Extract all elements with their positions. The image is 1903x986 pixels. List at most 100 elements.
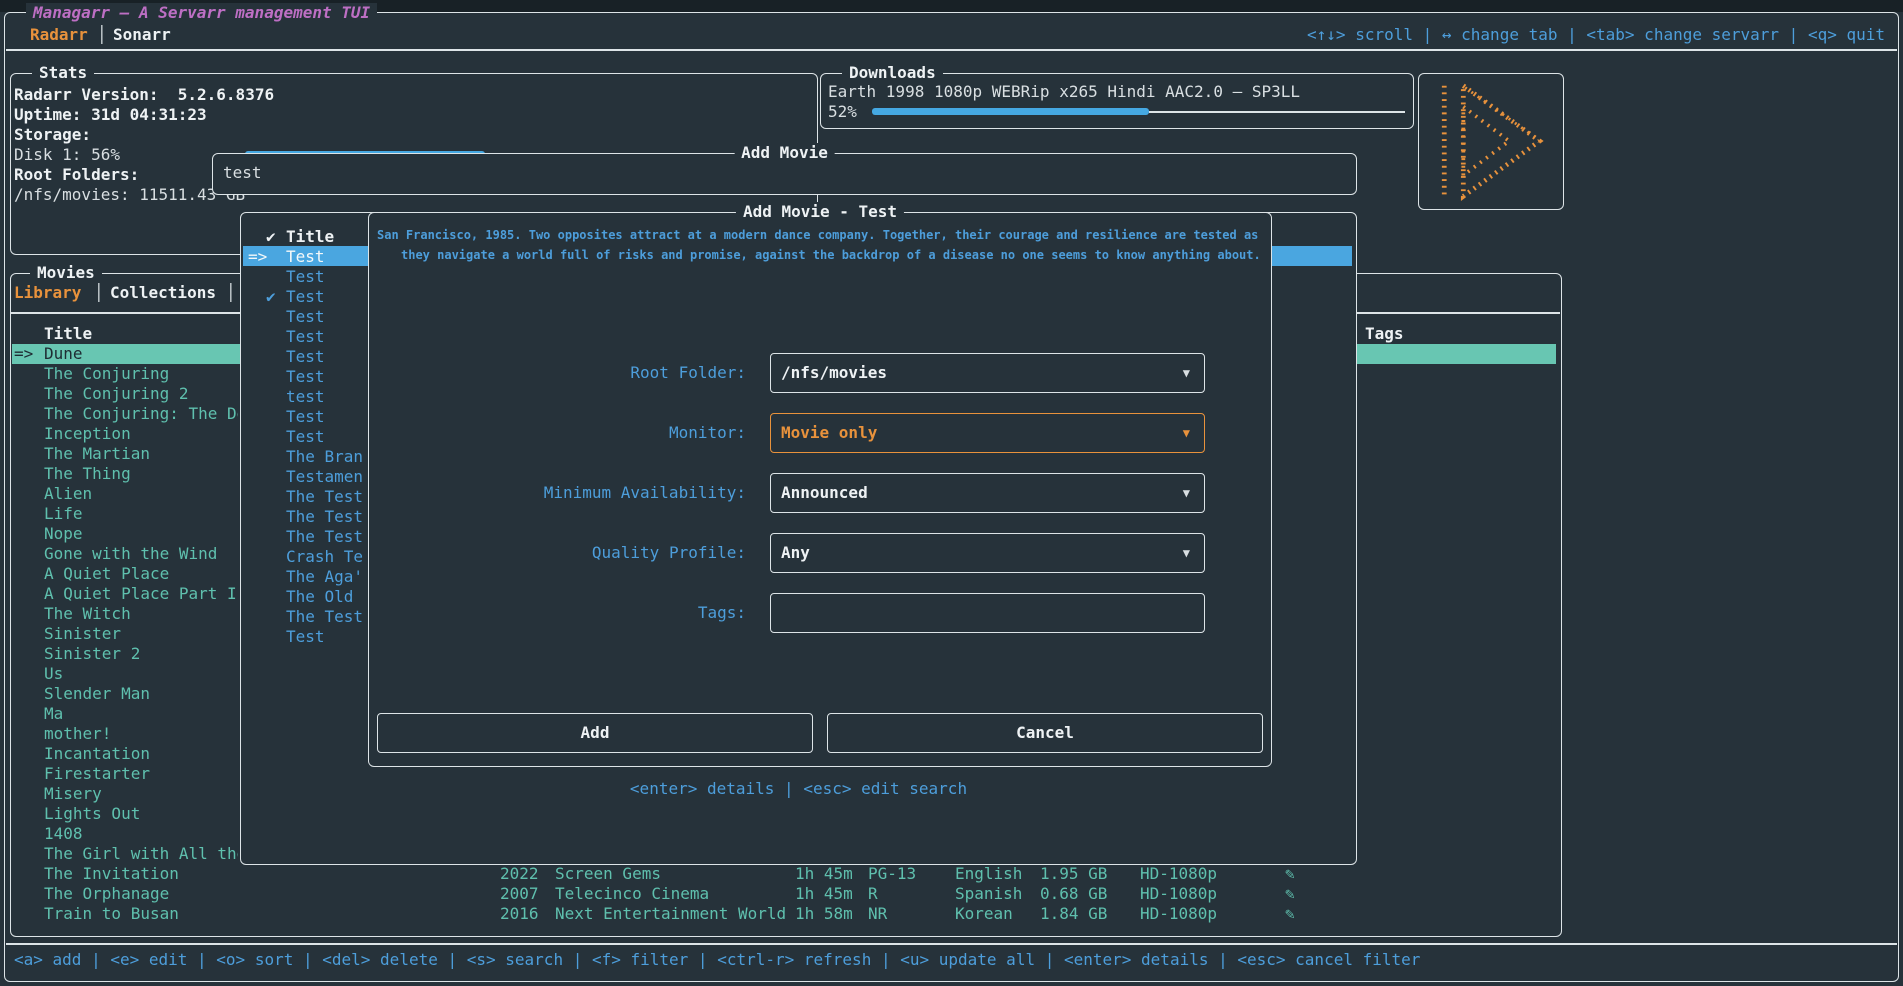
library-row-title: Lights Out [44, 804, 238, 824]
result-row-title: Test [286, 247, 325, 267]
download-percent-label: 52% [828, 102, 857, 122]
library-row-title: The Conjuring [44, 364, 238, 384]
field-value: Any [781, 543, 810, 563]
library-row-title: 1408 [44, 824, 238, 844]
dropdown-minimum-availability-[interactable]: Announced ▼ [770, 473, 1205, 513]
library-row-year: 2016 [500, 904, 539, 924]
library-row-edit-icon[interactable]: ✎ [1285, 864, 1295, 884]
result-row-title: Test [286, 287, 325, 307]
library-row-language: Korean [955, 904, 1013, 924]
library-row-title: The Orphanage [44, 884, 238, 904]
library-row-edit-icon[interactable]: ✎ [1285, 904, 1295, 924]
library-column-title: Title [44, 324, 92, 344]
library-row-language: English [955, 864, 1022, 884]
movies-panel-title: Movies [30, 263, 102, 283]
library-row-studio: Next Entertainment World [555, 904, 786, 924]
result-row-title: Test [286, 267, 325, 287]
tab-radarr[interactable]: Radarr [30, 25, 88, 45]
field-value: Announced [781, 483, 868, 503]
library-column-tags: Tags [1365, 324, 1404, 344]
cancel-button[interactable]: Cancel [827, 713, 1263, 753]
result-row-title: Test [286, 627, 325, 647]
add-movie-search-title: Add Movie [734, 143, 835, 163]
library-row-language: Spanish [955, 884, 1022, 904]
movie-description-line2: they navigate a world full of risks and … [401, 245, 1265, 265]
result-row-title: Test [286, 327, 325, 347]
library-row-title: A Quiet Place Part II [44, 584, 238, 604]
dropdown-quality-profile-[interactable]: Any▼ [770, 533, 1205, 573]
library-row[interactable]: The Invitation2022Screen Gems1h 45mPG-13… [0, 864, 1560, 884]
result-row-title: Testamen [286, 467, 363, 487]
chevron-down-icon: ▼ [1183, 363, 1190, 383]
tabbar-divider [6, 49, 1897, 51]
field-value: /nfs/movies [781, 363, 887, 383]
library-row-quality: HD-1080p [1140, 884, 1217, 904]
library-row-edit-icon[interactable]: ✎ [1285, 884, 1295, 904]
library-row-rating: PG-13 [868, 864, 916, 884]
managarr-terminal: Managarr – A Servarr management TUI Rada… [0, 0, 1903, 986]
stats-disk-label: Disk 1: 56% [14, 145, 120, 165]
tab-sonarr[interactable]: Sonarr [113, 25, 171, 45]
library-row[interactable]: Train to Busan2016Next Entertainment Wor… [0, 904, 1560, 924]
result-row-title: Test [286, 427, 325, 447]
library-row-title: The Invitation [44, 864, 238, 884]
result-row-title: The Test [286, 487, 363, 507]
library-row-title: A Quiet Place [44, 564, 238, 584]
result-row-title: The Bran [286, 447, 363, 467]
result-row-title: The Old [286, 587, 353, 607]
library-row-size: 1.95 GB [1040, 864, 1107, 884]
tags-input[interactable] [770, 593, 1205, 633]
movie-description-line1: San Francisco, 1985. Two opposites attra… [377, 225, 1265, 245]
library-row-runtime: 1h 58m [795, 904, 853, 924]
add-movie-search-input[interactable]: test [223, 163, 262, 183]
library-row-title: Inception [44, 424, 238, 444]
result-row-title: test [286, 387, 325, 407]
dropdown-root-folder-[interactable]: /nfs/movies ▼ [770, 353, 1205, 393]
result-row-title: The Test [286, 507, 363, 527]
library-row-quality: HD-1080p [1140, 904, 1217, 924]
library-row-title: Misery [44, 784, 238, 804]
download-progress-track [1149, 111, 1405, 113]
stats-storage-label: Storage: [14, 125, 91, 145]
result-row-title: Crash Te [286, 547, 363, 567]
bottom-bar-divider [6, 943, 1897, 945]
library-tab-separator-1: │ [94, 283, 104, 303]
library-row[interactable]: The Orphanage2007Telecinco Cinema1h 45mR… [0, 884, 1560, 904]
library-row-title: Us [44, 664, 238, 684]
add-button[interactable]: Add [377, 713, 813, 753]
library-row-year: 2022 [500, 864, 539, 884]
stats-rootfolders-label: Root Folders: [14, 165, 139, 185]
library-row-title: The Conjuring: The De [44, 404, 238, 424]
app-title: Managarr – A Servarr management TUI [26, 3, 377, 22]
library-row-studio: Telecinco Cinema [555, 884, 709, 904]
result-row-title: The Aga' [286, 567, 363, 587]
stats-panel-title: Stats [32, 63, 94, 83]
library-row-title: The Witch [44, 604, 238, 624]
result-row-title: Test [286, 367, 325, 387]
library-row-year: 2007 [500, 884, 539, 904]
field-label-minimum-availability-: Minimum Availability: [369, 483, 746, 503]
stats-version: Radarr Version: 5.2.6.8376 [14, 85, 274, 105]
add-movie-modal-title: Add Movie - Test [736, 202, 904, 222]
library-row-title: Gone with the Wind [44, 544, 238, 564]
library-row-title: mother! [44, 724, 238, 744]
tab-collections[interactable]: Collections [110, 283, 216, 303]
result-row-title: Test [286, 407, 325, 427]
library-row-rating: NR [868, 904, 887, 924]
tab-library[interactable]: Library [14, 283, 81, 303]
results-title-header: Title [286, 227, 334, 247]
library-row-quality: HD-1080p [1140, 864, 1217, 884]
library-row-title: The Conjuring 2 [44, 384, 238, 404]
chevron-down-icon: ▼ [1183, 483, 1190, 503]
dropdown-monitor-[interactable]: Movie only▼ [770, 413, 1205, 453]
library-row-runtime: 1h 45m [795, 884, 853, 904]
field-label-monitor-: Monitor: [369, 423, 746, 443]
library-row-title: Alien [44, 484, 238, 504]
library-row-size: 1.84 GB [1040, 904, 1107, 924]
add-movie-search-box[interactable]: Add Movie test [212, 153, 1357, 195]
result-row-title: Test [286, 347, 325, 367]
top-help-keybindings: <↑↓> scroll | ↔ change tab | <tab> chang… [1307, 25, 1885, 45]
result-row-title: The Test [286, 527, 363, 547]
field-label-root-folder-: Root Folder: [369, 363, 746, 383]
add-movie-modal: Add Movie - Test San Francisco, 1985. Tw… [368, 212, 1272, 767]
